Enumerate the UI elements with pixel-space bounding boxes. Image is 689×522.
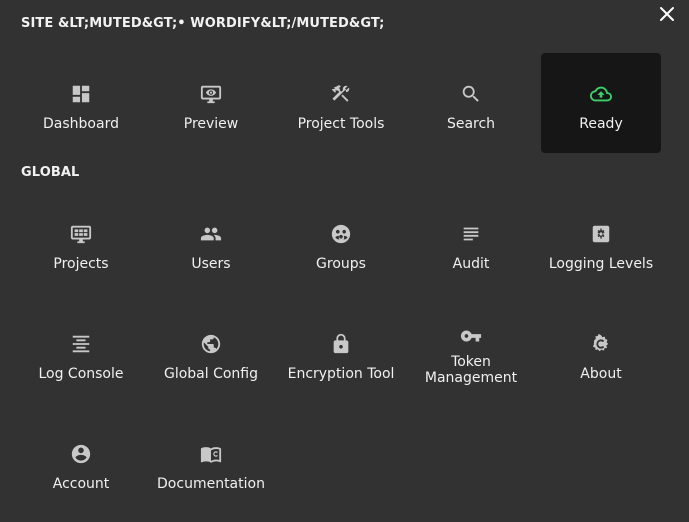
tile-dashboard[interactable]: Dashboard — [21, 53, 141, 153]
tile-label: Global Config — [163, 366, 259, 382]
global-section-title: GLOBAL — [21, 165, 80, 180]
groups-icon — [330, 223, 352, 245]
tile-label: Encryption Tool — [287, 366, 395, 382]
tile-project-tools[interactable]: Project Tools — [281, 53, 401, 153]
lock-icon — [330, 333, 352, 355]
logging-levels-icon — [590, 223, 612, 245]
documentation-icon — [200, 443, 222, 465]
tile-label: Logging Levels — [548, 256, 654, 272]
tile-label: Groups — [316, 256, 366, 272]
cloud-upload-icon — [590, 83, 612, 105]
account-icon — [70, 443, 92, 465]
preview-icon — [200, 83, 222, 105]
tile-logging-levels[interactable]: Logging Levels — [541, 193, 661, 293]
key-icon — [460, 325, 482, 347]
projects-icon — [70, 223, 92, 245]
tile-about[interactable]: About — [541, 303, 661, 403]
tile-label: Log Console — [38, 366, 124, 382]
tile-label: About — [580, 366, 622, 382]
tile-label: Dashboard — [43, 116, 119, 132]
globe-icon — [200, 333, 222, 355]
dashboard-icon — [70, 83, 92, 105]
users-icon — [200, 223, 222, 245]
tile-label: Ready — [579, 116, 623, 132]
tile-label: Search — [446, 116, 496, 132]
search-icon — [460, 83, 482, 105]
close-button[interactable] — [657, 4, 677, 24]
tools-icon — [330, 83, 352, 105]
tile-label: Projects — [53, 256, 109, 272]
crafter-logo-icon — [590, 333, 612, 355]
tile-audit[interactable]: Audit — [411, 193, 531, 293]
log-console-icon — [70, 333, 92, 355]
tile-label: Project Tools — [297, 116, 385, 132]
site-tools-grid: Dashboard Preview Project Tools Search R… — [21, 53, 661, 153]
global-tools-grid: Projects Users Groups Audit Logging Leve… — [21, 193, 661, 513]
tile-preview[interactable]: Preview — [151, 53, 271, 153]
tile-label: Audit — [452, 256, 490, 272]
tile-account[interactable]: Account — [21, 413, 141, 513]
audit-icon — [460, 223, 482, 245]
tile-label: Preview — [183, 116, 239, 132]
tile-search[interactable]: Search — [411, 53, 531, 153]
tile-groups[interactable]: Groups — [281, 193, 401, 293]
tile-projects[interactable]: Projects — [21, 193, 141, 293]
tile-documentation[interactable]: Documentation — [151, 413, 271, 513]
site-section-title: SITE &LT;MUTED&GT;• WORDIFY&LT;/MUTED&GT… — [21, 16, 385, 31]
tile-label: Account — [52, 476, 110, 492]
tile-global-config[interactable]: Global Config — [151, 303, 271, 403]
tile-label: Token Management — [424, 354, 518, 386]
tile-token-management[interactable]: Token Management — [411, 303, 531, 403]
tile-log-console[interactable]: Log Console — [21, 303, 141, 403]
tile-encryption-tool[interactable]: Encryption Tool — [281, 303, 401, 403]
tile-label: Documentation — [157, 476, 265, 492]
tile-label: Users — [191, 256, 231, 272]
tile-ready[interactable]: Ready — [541, 53, 661, 153]
tile-users[interactable]: Users — [151, 193, 271, 293]
close-icon — [660, 7, 674, 21]
